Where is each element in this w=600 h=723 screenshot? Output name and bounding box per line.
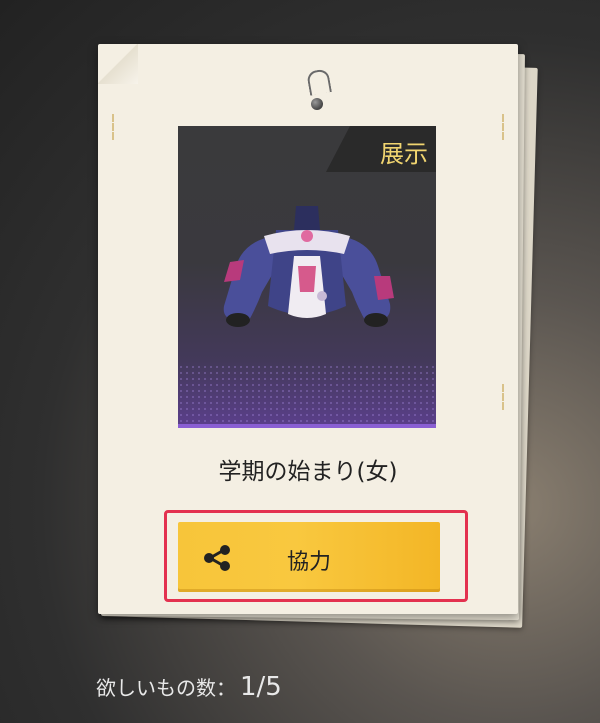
item-preview[interactable]: 展示 (178, 126, 436, 428)
display-tag-label: 展示 (380, 140, 428, 168)
outfit-jacket-image (223, 206, 394, 327)
display-tag: 展示 (326, 126, 436, 172)
item-name: 学期の始まり(女) (218, 459, 398, 485)
wishlist-label: 欲しいもの数： (96, 676, 236, 700)
decoration-left (112, 114, 116, 140)
help-button-label: 協力 (286, 550, 331, 575)
hanging-pin-icon (306, 68, 332, 96)
wishlist-count: 1/5 (240, 672, 282, 702)
folded-corner (98, 44, 138, 84)
decoration-right-top (502, 114, 506, 140)
wishlist-counter: 欲しいもの数： 1/5 (96, 672, 282, 702)
pin-dot (311, 98, 323, 110)
help-button[interactable]: 協力 (178, 522, 440, 592)
decoration-right (502, 384, 506, 410)
item-card: 展示 学期の始まり(女) 協力 (98, 44, 518, 614)
preview-dot-pattern (178, 364, 436, 424)
